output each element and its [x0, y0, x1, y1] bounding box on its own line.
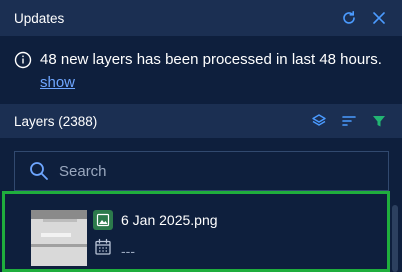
- sort-icon[interactable]: [340, 112, 358, 130]
- layer-date: ---: [121, 243, 135, 259]
- layers-count-label: Layers (2388): [14, 113, 98, 129]
- notice-message: 48 new layers has been processed in last…: [40, 51, 382, 68]
- filter-icon[interactable]: [370, 112, 388, 130]
- calendar-icon: [94, 238, 112, 256]
- update-notice: 48 new layers has been processed in last…: [0, 36, 402, 104]
- layers-icon[interactable]: [310, 112, 328, 130]
- header-actions: [340, 9, 388, 27]
- layers-bar: Layers (2388): [0, 104, 402, 138]
- refresh-icon[interactable]: [340, 9, 358, 27]
- show-link[interactable]: show: [40, 74, 75, 91]
- layers-actions: [310, 112, 388, 130]
- image-icon: [93, 210, 113, 230]
- info-icon: [14, 51, 32, 69]
- updates-header: Updates: [0, 0, 402, 36]
- close-icon[interactable]: [370, 9, 388, 27]
- search-input[interactable]: [59, 162, 359, 180]
- search-icon: [29, 161, 49, 181]
- search-box[interactable]: [14, 151, 389, 191]
- layer-file-name: 6 Jan 2025.png: [121, 212, 218, 228]
- notice-text: 48 new layers has been processed in last…: [40, 48, 388, 94]
- list-scrollbar[interactable]: [392, 205, 398, 272]
- list-item[interactable]: 6 Jan 2025.png ---: [2, 191, 390, 272]
- header-title: Updates: [14, 10, 65, 26]
- layer-thumbnail: [31, 210, 87, 266]
